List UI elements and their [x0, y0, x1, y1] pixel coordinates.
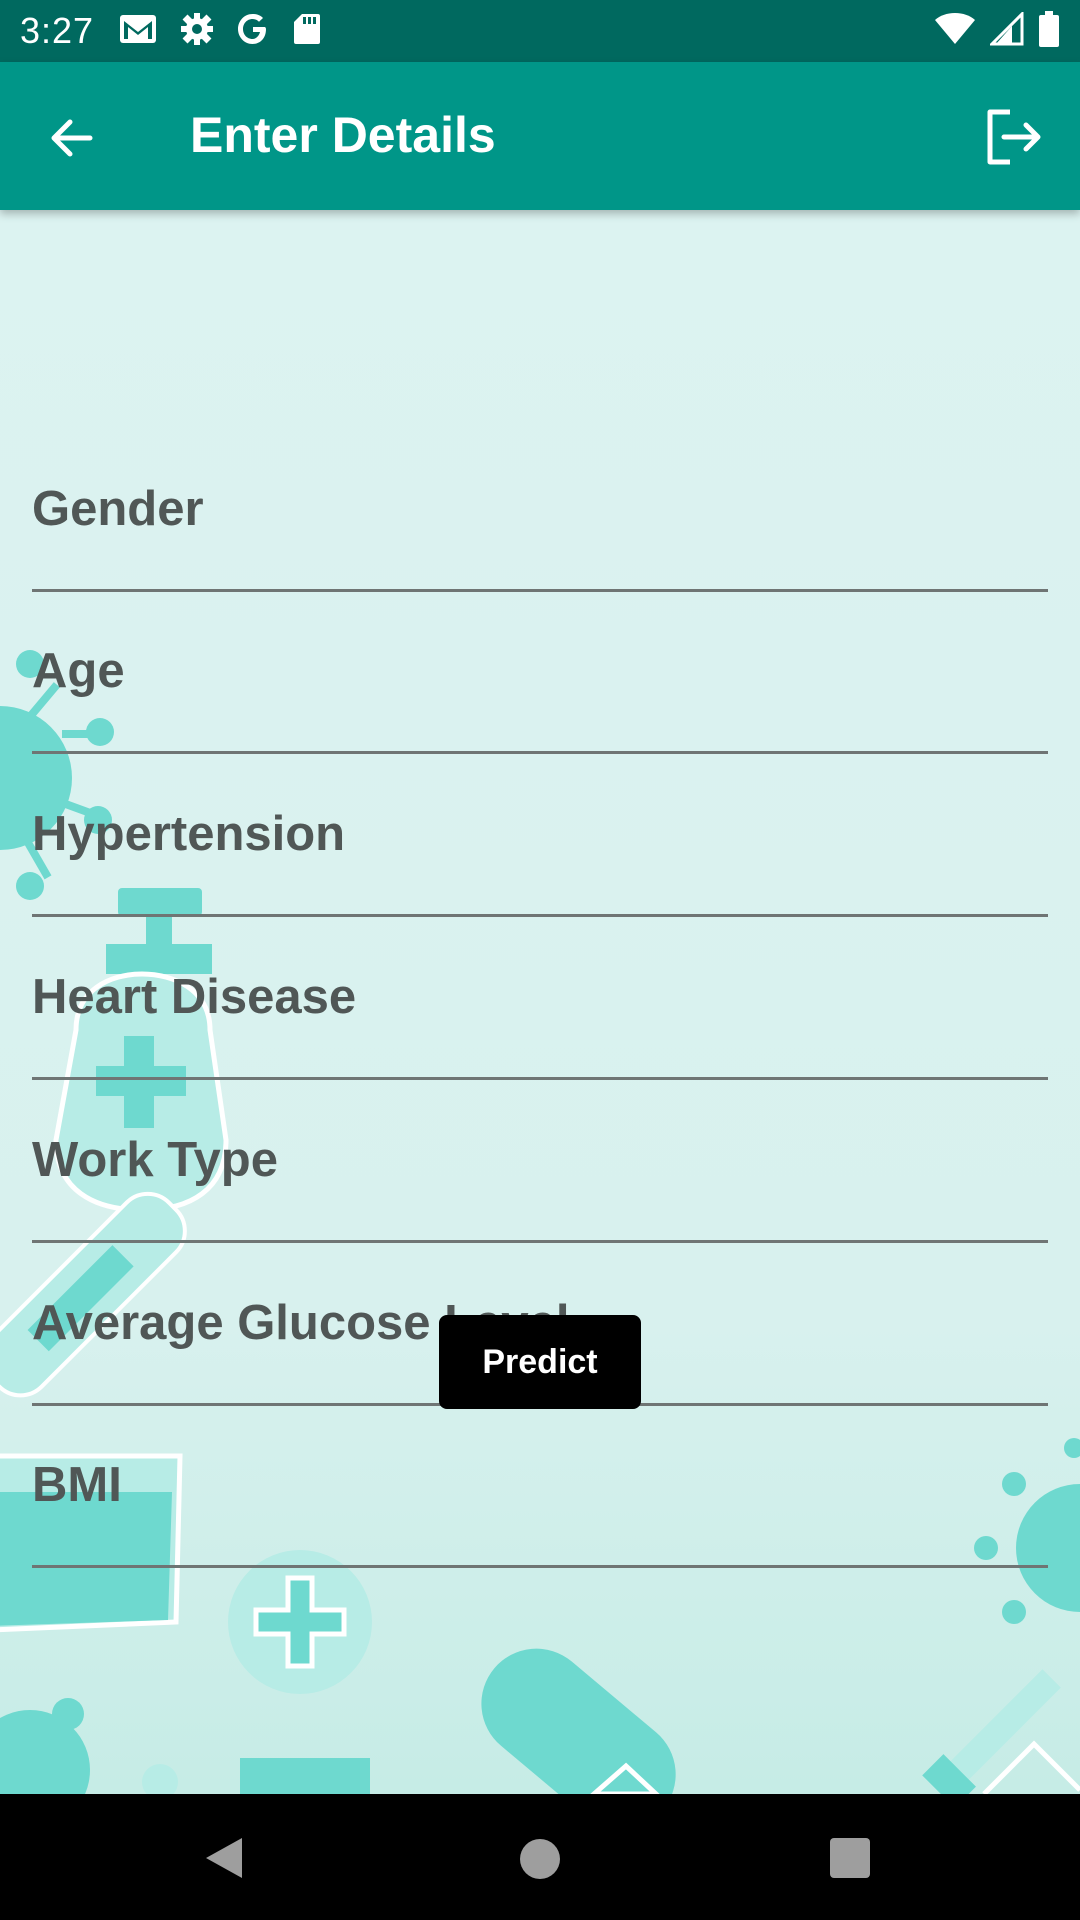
heart-disease-label: Heart Disease [32, 970, 357, 1024]
work-type-label: Work Type [32, 1133, 278, 1187]
logout-icon[interactable] [980, 104, 1046, 170]
app-bar: Enter Details [0, 62, 1080, 210]
signal-icon [990, 12, 1024, 46]
age-label: Age [32, 644, 125, 698]
hypertension-field[interactable]: Hypertension [32, 755, 1048, 917]
nav-home-icon[interactable] [520, 1839, 560, 1879]
gender-field[interactable]: Gender [32, 430, 1048, 592]
age-field[interactable]: Age [32, 592, 1048, 754]
heart-disease-field[interactable]: Heart Disease [32, 918, 1048, 1080]
form-screen: Gender Age Hypertension Heart Disease Wo… [0, 210, 1080, 1794]
settings-icon [181, 13, 213, 45]
google-icon [238, 14, 266, 44]
predict-button[interactable]: Predict [439, 1315, 641, 1409]
nav-recents-icon[interactable] [830, 1838, 870, 1878]
gmail-icon [120, 15, 156, 43]
status-bar: 3:27 [0, 0, 1080, 62]
system-nav-bar [0, 1794, 1080, 1920]
battery-icon [1039, 11, 1059, 47]
wifi-icon [935, 13, 975, 44]
arrow-left-icon[interactable] [40, 106, 104, 170]
bmi-label: BMI [32, 1458, 122, 1512]
work-type-field[interactable]: Work Type [32, 1081, 1048, 1243]
gender-label: Gender [32, 482, 204, 536]
hypertension-label: Hypertension [32, 807, 346, 861]
status-time: 3:27 [20, 10, 95, 51]
sd-card-icon [294, 14, 320, 44]
page-title: Enter Details [190, 107, 496, 163]
bmi-field[interactable]: BMI [32, 1406, 1048, 1568]
nav-back-icon[interactable] [204, 1836, 244, 1880]
